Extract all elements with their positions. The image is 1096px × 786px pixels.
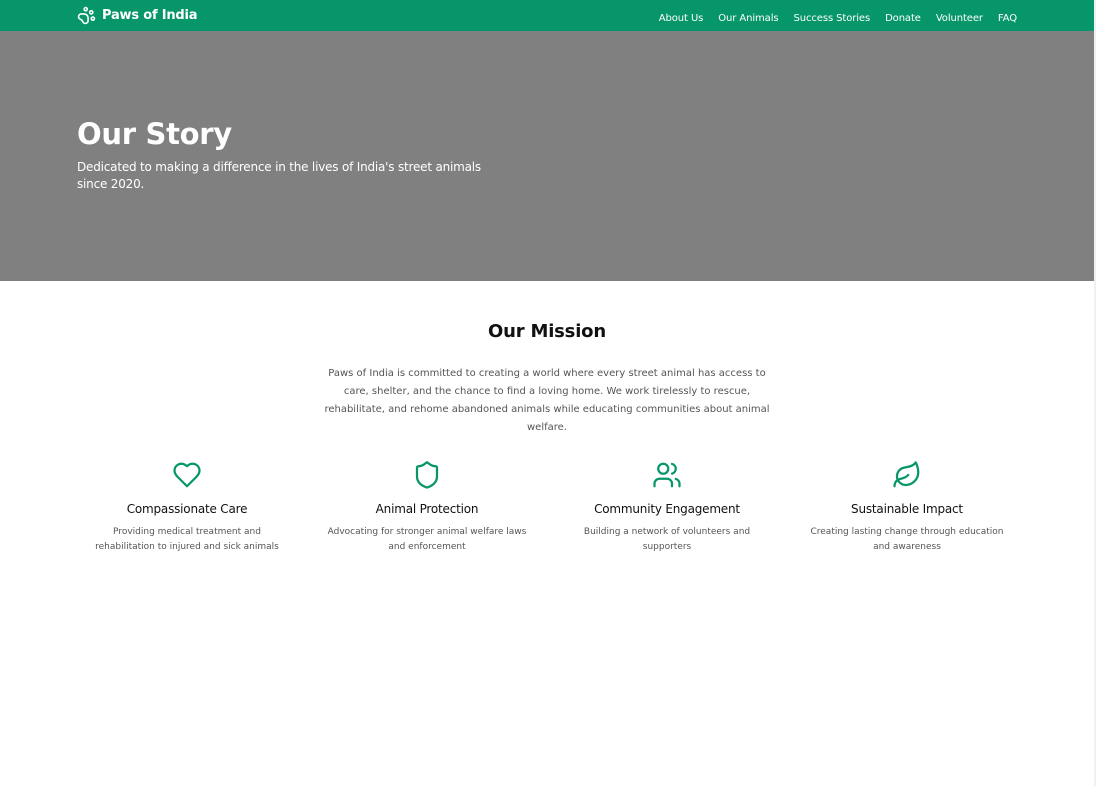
nav-menu: About Us Our Animals Success Stories Don…	[659, 0, 1017, 31]
top-navbar: Paws of India About Us Our Animals Succe…	[0, 0, 1094, 31]
leaf-icon	[892, 460, 922, 490]
feature-description: Building a network of volunteers and sup…	[583, 527, 751, 552]
nav-item: FAQ	[998, 6, 1017, 25]
feature-title: Community Engagement	[594, 502, 740, 516]
feature-title: Animal Protection	[375, 502, 479, 516]
hero-subtitle: Dedicated to making a difference in the …	[77, 160, 481, 191]
nav-link-our-animals[interactable]: Our Animals	[718, 13, 778, 24]
mission-text: Paws of India is committed to creating a…	[324, 368, 770, 433]
feature-description: Providing medical treatment and rehabili…	[95, 527, 279, 552]
brand-logo-link[interactable]: Paws of India	[77, 5, 198, 25]
shield-icon	[412, 460, 442, 490]
feature-title: Sustainable Impact	[851, 502, 963, 516]
brand-name: Paws of India	[102, 7, 198, 23]
nav-link-about-us[interactable]: About Us	[659, 13, 704, 24]
hero-title: Our Story	[77, 117, 232, 151]
nav-link-volunteer[interactable]: Volunteer	[936, 13, 983, 24]
users-icon	[652, 460, 682, 490]
features-grid: Compassionate Care Providing medical tre…	[67, 460, 1027, 570]
mission-title: Our Mission	[488, 321, 606, 342]
nav-item: Success Stories	[794, 6, 871, 25]
paw-icon	[77, 6, 96, 25]
feature-card: Animal Protection Advocating for stronge…	[307, 460, 547, 570]
feature-card: Community Engagement Building a network …	[547, 460, 787, 570]
feature-description: Advocating for stronger animal welfare l…	[327, 527, 527, 552]
nav-item: About Us	[659, 6, 704, 25]
nav-link-success-stories[interactable]: Success Stories	[794, 13, 871, 24]
nav-item: Volunteer	[936, 6, 983, 25]
feature-description: Creating lasting change through educatio…	[810, 527, 1004, 552]
nav-link-faq[interactable]: FAQ	[998, 13, 1017, 24]
feature-card: Compassionate Care Providing medical tre…	[67, 460, 307, 570]
feature-card: Sustainable Impact Creating lasting chan…	[787, 460, 1027, 570]
nav-item: Donate	[885, 6, 921, 25]
nav-item: Our Animals	[718, 6, 778, 25]
heart-icon	[172, 460, 202, 490]
nav-link-donate[interactable]: Donate	[885, 13, 921, 24]
feature-title: Compassionate Care	[126, 502, 248, 516]
hero-banner: Our Story Dedicated to making a differen…	[0, 31, 1094, 281]
